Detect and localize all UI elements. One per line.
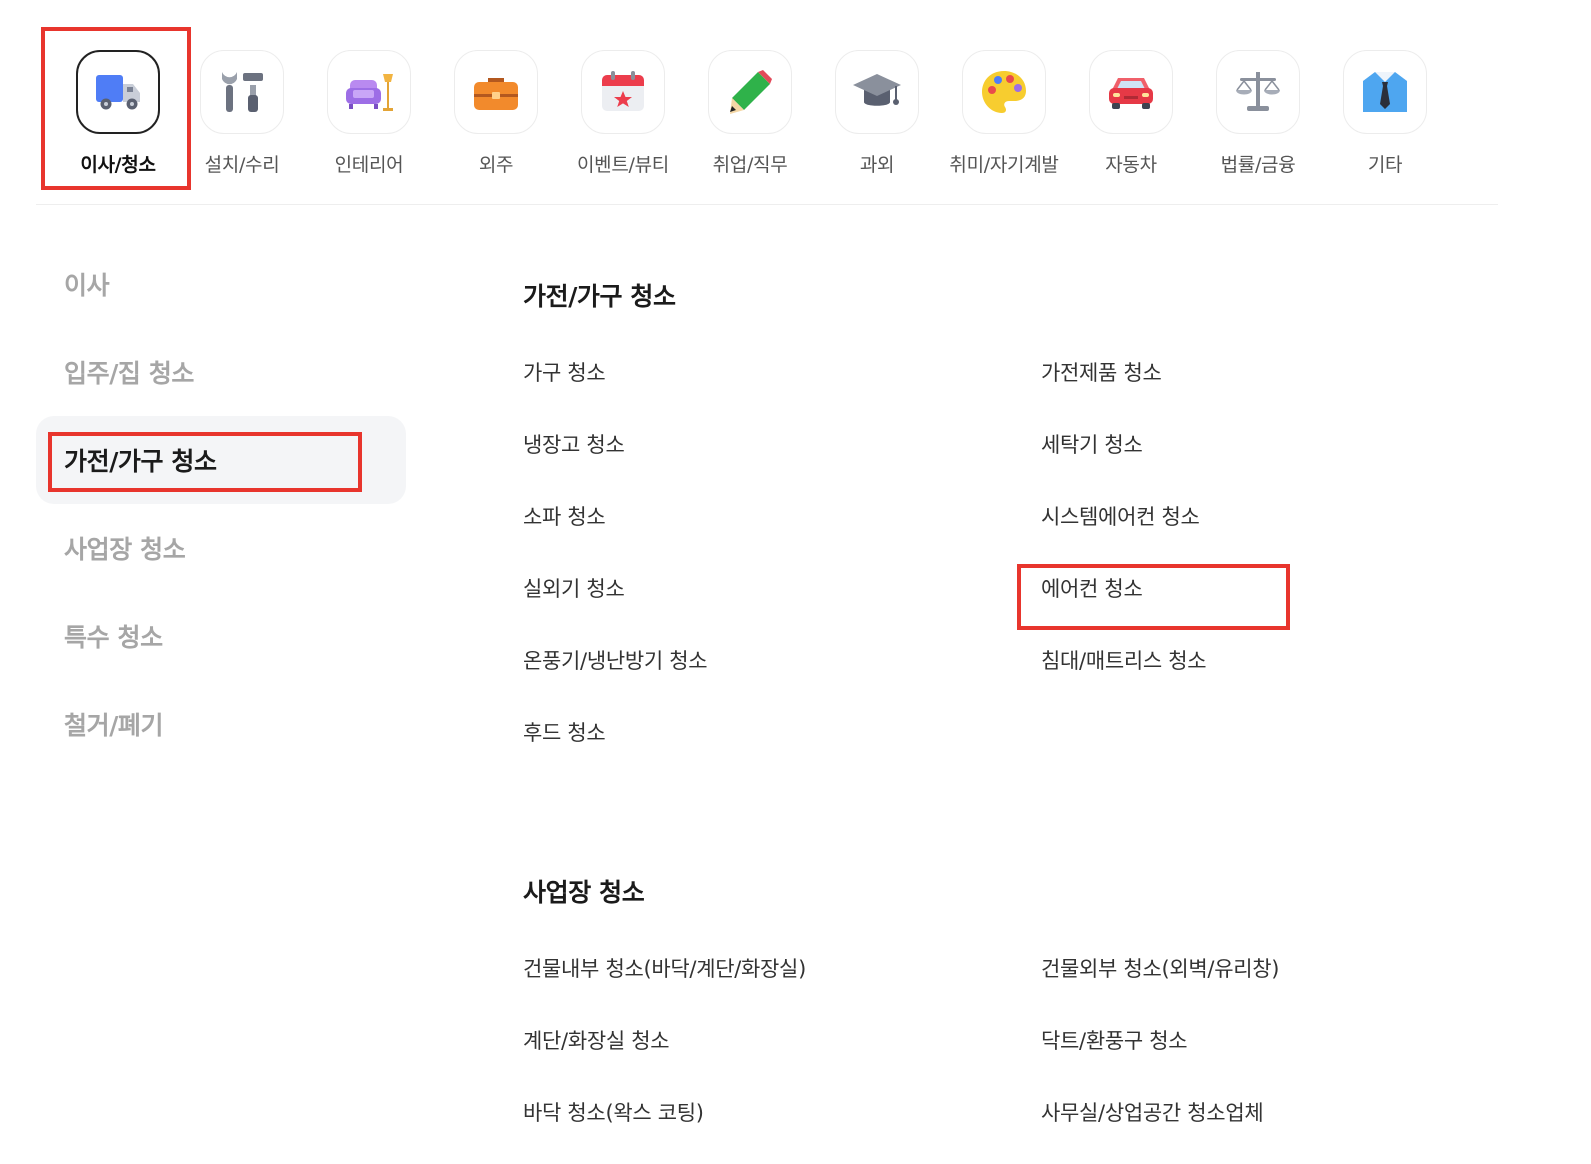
category-label: 설치/수리 — [204, 154, 280, 176]
sofa-lamp-icon — [346, 74, 393, 111]
category-moving-cleaning[interactable]: 이사/청소 — [53, 50, 183, 180]
category-tile — [962, 50, 1046, 134]
service-link[interactable]: 침대/매트리스 청소 — [1041, 646, 1559, 718]
calendar-icon — [602, 71, 644, 111]
category-tutoring[interactable]: 과외 — [812, 50, 942, 180]
service-link[interactable]: 사무실/상업공간 청소업체 — [1041, 1098, 1559, 1164]
section-appliance-furniture-cleaning: 가전/가구 청소 가구 청소 가전제품 청소 냉장고 청소 세탁기 청소 소파 … — [523, 277, 1563, 790]
palette-icon — [982, 71, 1026, 113]
service-link[interactable]: 냉장고 청소 — [523, 430, 1041, 502]
service-link[interactable]: 건물외부 청소(외벽/유리창) — [1041, 954, 1559, 1026]
service-link[interactable]: 건물내부 청소(바닥/계단/화장실) — [523, 954, 1041, 1026]
section-title: 가전/가구 청소 — [523, 282, 676, 311]
category-label: 취미/자기계발 — [949, 154, 1059, 176]
category-tile — [200, 50, 284, 134]
category-car[interactable]: 자동차 — [1066, 50, 1196, 180]
category-tile — [454, 50, 538, 134]
category-outsourcing[interactable]: 외주 — [431, 50, 561, 180]
sidebar-item-demolition-disposal[interactable]: 철거/폐기 — [36, 680, 406, 768]
category-hobby[interactable]: 취미/자기계발 — [939, 50, 1069, 180]
briefcase-icon — [474, 78, 518, 110]
category-label: 이사/청소 — [80, 154, 156, 176]
category-label: 자동차 — [1105, 154, 1157, 176]
service-link[interactable]: 바닥 청소(왁스 코팅) — [523, 1098, 1041, 1164]
service-link[interactable]: 가구 청소 — [523, 358, 1041, 430]
category-label: 기타 — [1367, 154, 1403, 176]
category-tile — [1343, 50, 1427, 134]
service-link[interactable]: 온풍기/냉난방기 청소 — [523, 646, 1041, 718]
service-link[interactable]: 계단/화장실 청소 — [523, 1026, 1041, 1098]
category-job[interactable]: 취업/직무 — [685, 50, 815, 180]
sidebar-item-business-cleaning[interactable]: 사업장 청소 — [36, 504, 406, 592]
service-link[interactable]: 소파 청소 — [523, 502, 1041, 574]
service-link[interactable]: 시스템에어컨 청소 — [1041, 502, 1559, 574]
car-icon — [1109, 78, 1153, 109]
graduation-cap-icon — [853, 74, 901, 106]
category-tile — [1216, 50, 1300, 134]
category-law-finance[interactable]: 법률/금융 — [1193, 50, 1323, 180]
category-etc[interactable]: 기타 — [1320, 50, 1450, 180]
category-tile — [76, 50, 160, 134]
service-grid: 건물내부 청소(바닥/계단/화장실) 건물외부 청소(외벽/유리창) 계단/화장… — [523, 954, 1563, 1164]
sidebar-item-special-cleaning[interactable]: 특수 청소 — [36, 592, 406, 680]
category-tile — [1089, 50, 1173, 134]
shirt-tie-icon — [1363, 72, 1407, 112]
scale-icon — [1236, 72, 1280, 111]
moving-truck-icon — [96, 75, 140, 110]
category-label: 인테리어 — [334, 154, 404, 176]
wrench-screwdriver-icon — [222, 72, 263, 112]
pencil-icon — [730, 70, 772, 114]
sidebar-item-moving[interactable]: 이사 — [36, 240, 406, 328]
category-tile — [581, 50, 665, 134]
service-grid: 가구 청소 가전제품 청소 냉장고 청소 세탁기 청소 소파 청소 시스템에어컨… — [523, 358, 1563, 790]
category-label: 취업/직무 — [712, 154, 788, 176]
category-bar: 이사/청소 설치/수리 인테리어 외주 이벤트/뷰티 취업/직무 과외 취미/자… — [36, 0, 1498, 205]
category-install-repair[interactable]: 설치/수리 — [177, 50, 307, 180]
category-tile — [708, 50, 792, 134]
category-event-beauty[interactable]: 이벤트/뷰티 — [558, 50, 688, 180]
category-label: 법률/금융 — [1220, 154, 1296, 176]
category-label: 이벤트/뷰티 — [576, 154, 669, 176]
sidebar-item-appliance-furniture-cleaning[interactable]: 가전/가구 청소 — [36, 416, 406, 504]
section-title: 사업장 청소 — [523, 878, 645, 907]
category-tile — [327, 50, 411, 134]
section-business-cleaning: 사업장 청소 건물내부 청소(바닥/계단/화장실) 건물외부 청소(외벽/유리창… — [523, 873, 1563, 1164]
service-link-air-conditioner-cleaning[interactable]: 에어컨 청소 — [1041, 574, 1559, 646]
category-label: 과외 — [859, 154, 895, 176]
category-tile — [835, 50, 919, 134]
service-link[interactable]: 가전제품 청소 — [1041, 358, 1559, 430]
service-link[interactable]: 닥트/환풍구 청소 — [1041, 1026, 1559, 1098]
service-link[interactable]: 세탁기 청소 — [1041, 430, 1559, 502]
category-interior[interactable]: 인테리어 — [304, 50, 434, 180]
category-label: 외주 — [478, 154, 514, 176]
subcategory-sidebar: 이사 입주/집 청소 가전/가구 청소 사업장 청소 특수 청소 철거/폐기 — [36, 240, 406, 768]
service-link[interactable]: 실외기 청소 — [523, 574, 1041, 646]
service-link[interactable]: 후드 청소 — [523, 718, 1041, 790]
sidebar-item-house-cleaning[interactable]: 입주/집 청소 — [36, 328, 406, 416]
